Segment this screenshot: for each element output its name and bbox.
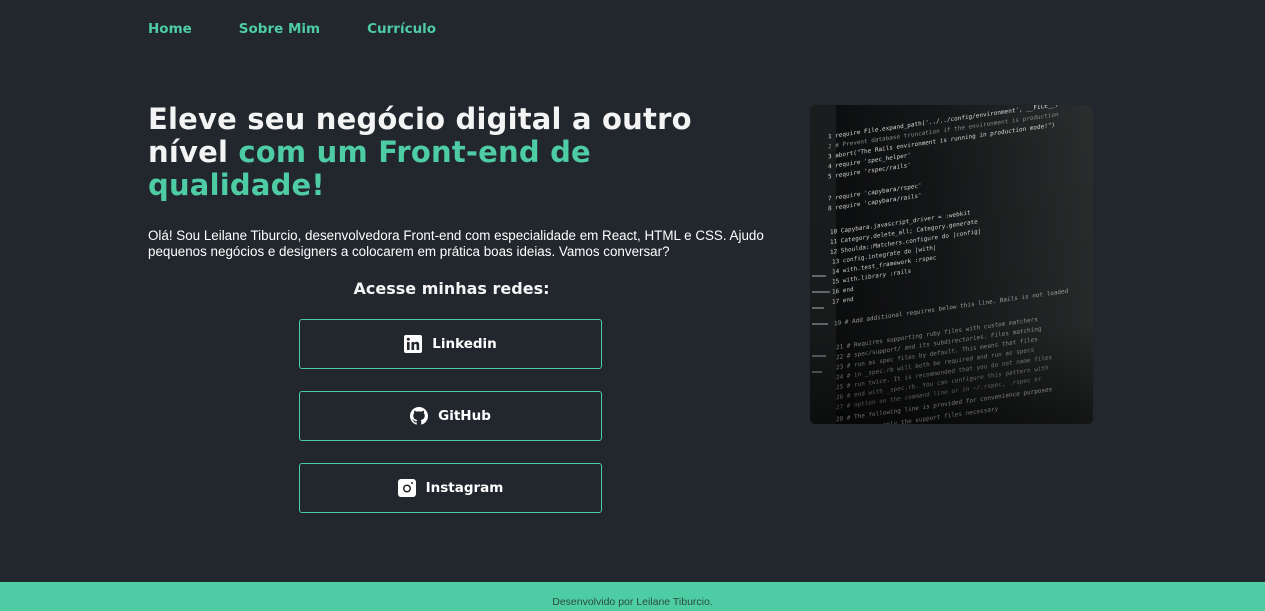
hero-intro: Olá! Sou Leilane Tiburcio, desenvolvedor… <box>148 228 764 259</box>
nav-resume-link[interactable]: Currículo <box>367 21 436 37</box>
instagram-label: Instagram <box>425 480 504 496</box>
hero-title: Eleve seu negócio digital a outro nível … <box>148 103 748 202</box>
github-icon <box>410 407 429 425</box>
instagram-icon <box>397 479 416 497</box>
linkedin-label: Linkedin <box>432 336 497 352</box>
nav-about-link[interactable]: Sobre Mim <box>239 21 320 37</box>
instagram-button[interactable]: Instagram <box>299 463 602 513</box>
nav-home-link[interactable]: Home <box>148 21 192 37</box>
github-button[interactable]: GitHub <box>299 391 602 441</box>
linkedin-icon <box>404 335 423 353</box>
github-label: GitHub <box>438 408 491 424</box>
top-nav: Home Sobre Mim Currículo <box>148 21 436 37</box>
footer-credit: Desenvolvido por Leilane Tiburcio. <box>552 596 713 608</box>
linkedin-button[interactable]: Linkedin <box>299 319 602 369</box>
code-screen-image: 1 require File.expand_path('../../config… <box>810 105 1093 424</box>
socials-title: Acesse minhas redes: <box>353 279 550 298</box>
footer: Desenvolvido por Leilane Tiburcio. <box>0 582 1265 611</box>
